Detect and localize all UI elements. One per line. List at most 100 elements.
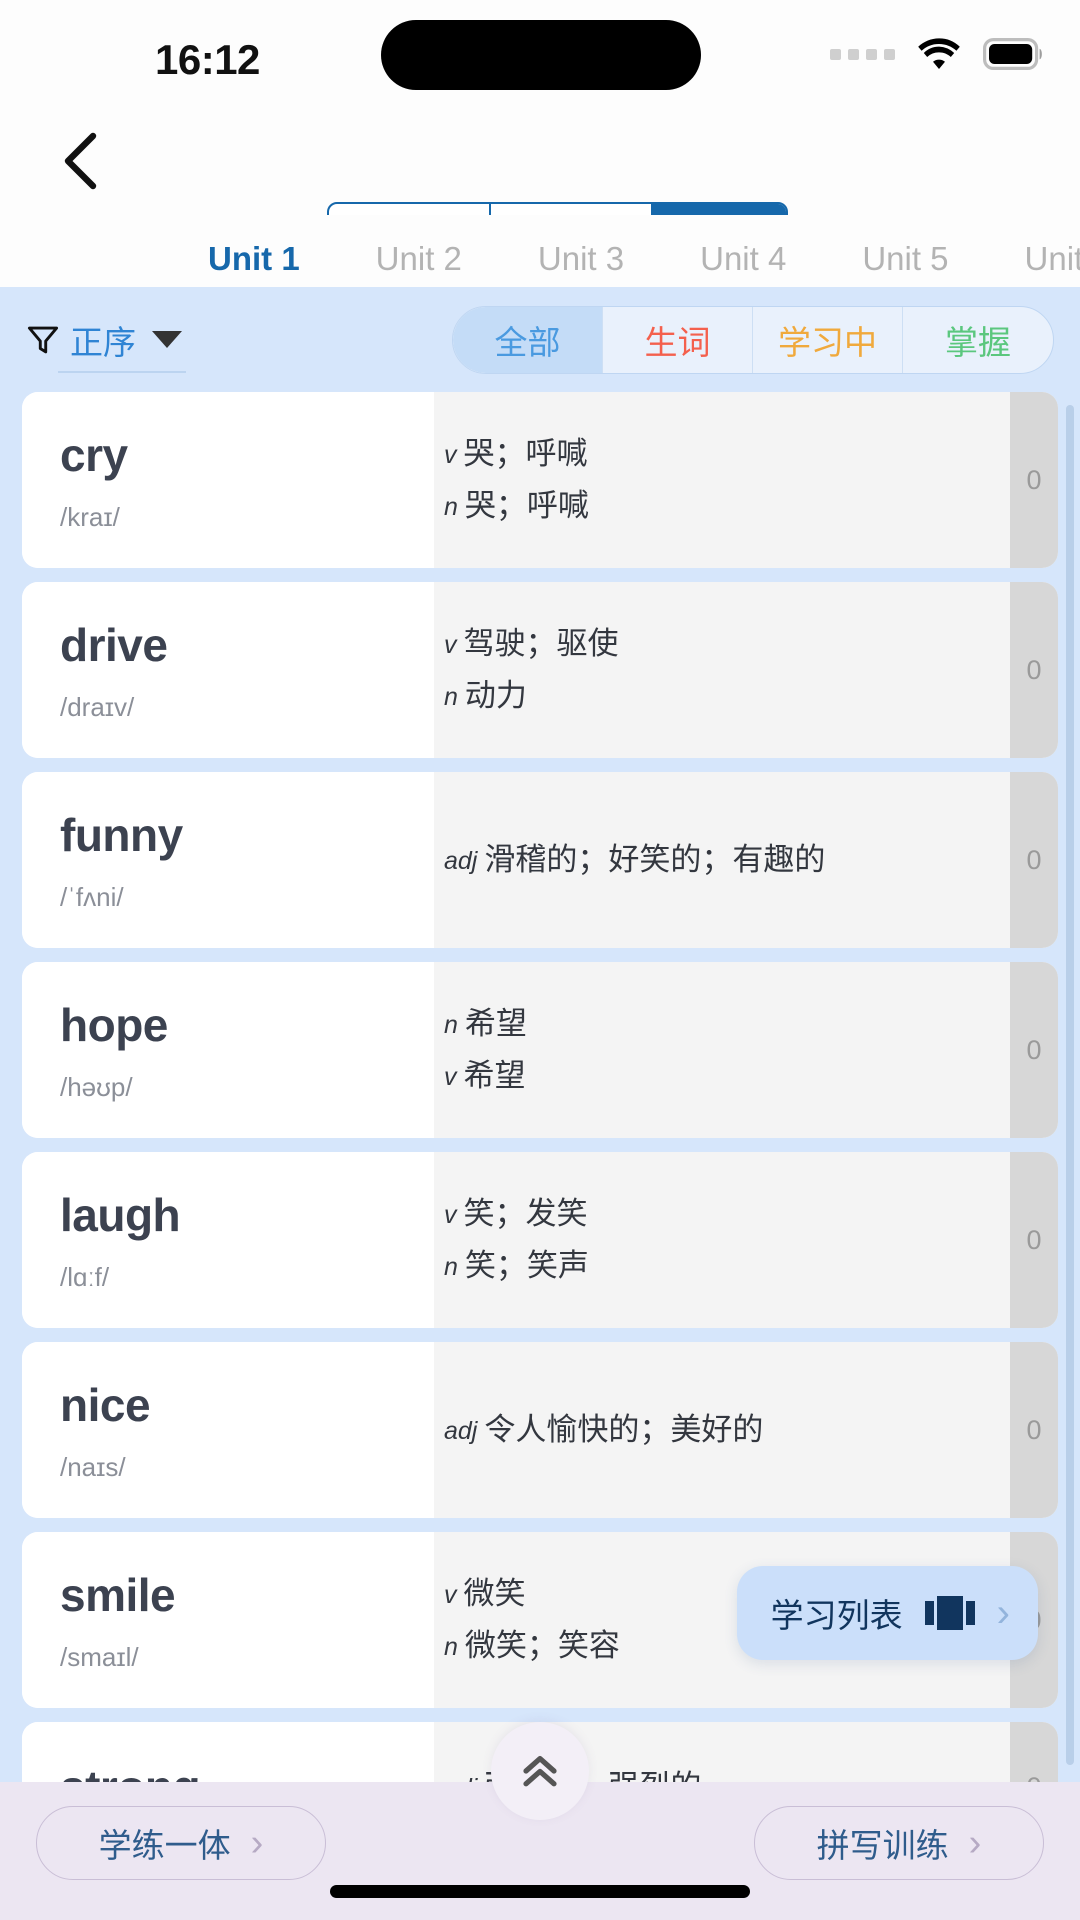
definition-text: 滑稽的；好笑的；有趣的 — [484, 842, 826, 878]
definition-line: v 哭；呼喊 — [444, 433, 980, 475]
word-count-badge: 0 — [1010, 392, 1058, 568]
spelling-training-button[interactable]: 拼写训练 › — [754, 1806, 1044, 1880]
word-card-definitions: v 驾驶；驱使 n 动力 — [434, 582, 1010, 758]
unit-tab-2[interactable]: Unit 2 — [338, 240, 500, 278]
chevron-right-icon: › — [968, 1822, 982, 1864]
word-card-headword: strong — [22, 1722, 434, 1782]
unit-tab-3[interactable]: Unit 3 — [500, 240, 662, 278]
status-bar: 16:12 — [0, 0, 1080, 105]
part-of-speech: v — [444, 1063, 457, 1091]
word-text: smile — [60, 1568, 176, 1621]
phonetic-text: /lɑːf/ — [60, 1261, 110, 1292]
dynamic-island — [381, 20, 701, 90]
part-of-speech: v — [444, 631, 457, 660]
app-screen: 16:12 Unit 1 Unit 2 Unit 3 Unit 4 Unit 5… — [0, 0, 1080, 1920]
word-text: nice — [60, 1378, 151, 1431]
definition-line: v 驾驶；驱使 — [444, 623, 980, 665]
phonetic-text: /naɪs/ — [60, 1451, 126, 1482]
word-count-badge: 0 — [1010, 582, 1058, 758]
word-text: drive — [60, 618, 168, 671]
status-filter-new[interactable]: 生词 — [603, 306, 753, 373]
page-header: 遮盖单词 遮盖翻译 无遮盖 — [0, 105, 1080, 264]
chevron-down-icon — [152, 331, 182, 348]
definition-line: adj 滑稽的；好笑的；有趣的 — [444, 839, 980, 881]
word-card[interactable]: drive /draɪv/ v 驾驶；驱使 n 动力 0 — [22, 582, 1058, 758]
double-chevron-up-icon — [523, 1756, 557, 1787]
unit-tab-1[interactable]: Unit 1 — [170, 240, 338, 278]
vertical-scrollbar[interactable] — [1066, 405, 1074, 1765]
spelling-training-label: 拼写训练 — [816, 1827, 949, 1864]
definition-line: n 笑；笑声 — [444, 1245, 980, 1287]
back-chevron-icon — [64, 132, 97, 190]
word-card[interactable]: hope /həʊp/ n 希望 v 希望 0 — [22, 962, 1058, 1138]
definition-text: 驾驶；驱使 — [463, 626, 619, 662]
home-indicator — [330, 1885, 750, 1898]
wifi-icon — [915, 36, 963, 72]
word-card-headword: drive /draɪv/ — [22, 582, 434, 758]
part-of-speech: n — [444, 1633, 458, 1661]
word-card-headword: funny /ˈfʌni/ — [22, 772, 434, 948]
word-count-badge: 0 — [1010, 962, 1058, 1138]
word-card[interactable]: nice /naɪs/ adj 令人愉快的；美好的 0 — [22, 1342, 1058, 1518]
definition-line: n 动力 — [444, 675, 980, 717]
unit-tab-4[interactable]: Unit 4 — [662, 240, 824, 278]
back-button[interactable] — [45, 125, 117, 197]
practice-integrated-button[interactable]: 学练一体 › — [36, 1806, 326, 1880]
word-text: funny — [60, 808, 183, 861]
word-text: hope — [60, 998, 168, 1051]
definition-text: 哭；呼喊 — [463, 436, 588, 472]
unit-tab-5[interactable]: Unit 5 — [824, 240, 986, 278]
definition-text: 哭；呼喊 — [464, 488, 589, 523]
word-text: laugh — [60, 1188, 181, 1241]
word-card-definitions: v 哭；呼喊 n 哭；呼喊 — [434, 392, 1010, 568]
filter-row: 正序 全部 生词 学习中 掌握 — [0, 287, 1080, 392]
word-count-badge: 0 — [1010, 1722, 1058, 1782]
word-card[interactable]: laugh /lɑːf/ v 笑；发笑 n 笑；笑声 0 — [22, 1152, 1058, 1328]
definition-text: 动力 — [464, 678, 527, 713]
definition-text: 希望 — [464, 1006, 527, 1042]
unit-tab-6[interactable]: Unit 6 — [987, 240, 1080, 278]
definition-line: v 笑；发笑 — [444, 1193, 980, 1235]
study-list-label: 学习列表 — [770, 1597, 903, 1634]
definition-line: n 哭；呼喊 — [444, 485, 980, 527]
word-card-headword: smile /smaɪl/ — [22, 1532, 434, 1708]
battery-full-icon — [983, 38, 1045, 70]
word-card[interactable]: funny /ˈfʌni/ adj 滑稽的；好笑的；有趣的 0 — [22, 772, 1058, 948]
bottom-action-bar: 学练一体 › 拼写训练 › — [0, 1722, 1080, 1920]
status-filter-group[interactable]: 全部 生词 学习中 掌握 — [452, 305, 1054, 374]
scroll-to-top-button[interactable] — [491, 1722, 589, 1820]
word-text: strong — [60, 1760, 434, 1782]
word-count-badge: 0 — [1010, 772, 1058, 948]
phonetic-text: /kraɪ/ — [60, 501, 120, 532]
definition-text: 笑；发笑 — [463, 1196, 588, 1232]
sort-label: 正序 — [70, 323, 136, 361]
status-filter-mastered[interactable]: 掌握 — [903, 307, 1053, 373]
status-bar-time: 16:12 — [155, 36, 260, 83]
status-filter-all[interactable]: 全部 — [453, 306, 603, 373]
word-text: cry — [60, 428, 128, 481]
status-bar-indicators — [830, 36, 1045, 72]
phonetic-text: /draɪv/ — [60, 691, 135, 722]
part-of-speech: n — [444, 683, 458, 711]
word-card-headword: laugh /lɑːf/ — [22, 1152, 434, 1328]
definition-line: adj 令人愉快的；美好的 — [444, 1409, 980, 1451]
word-count-badge: 0 — [1010, 1152, 1058, 1328]
sort-underline — [58, 371, 186, 373]
definition-line: v 希望 — [444, 1055, 980, 1097]
definition-text: 希望 — [463, 1058, 526, 1093]
funnel-icon — [27, 326, 59, 353]
cards-stack-icon — [924, 1596, 975, 1630]
study-list-button[interactable]: 学习列表 › — [736, 1566, 1038, 1660]
definition-text: 令人愉快的；美好的 — [484, 1412, 764, 1448]
word-card[interactable]: cry /kraɪ/ v 哭；呼喊 n 哭；呼喊 0 — [22, 392, 1058, 568]
sort-control[interactable]: 正序 — [26, 316, 182, 364]
phonetic-text: /ˈfʌni/ — [60, 881, 124, 912]
chevron-right-icon: › — [996, 1591, 1010, 1635]
status-filter-learning[interactable]: 学习中 — [753, 306, 903, 373]
word-card-headword: nice /naɪs/ — [22, 1342, 434, 1518]
word-card-definitions: n 希望 v 希望 — [434, 962, 1010, 1138]
phonetic-text: /smaɪl/ — [60, 1641, 139, 1672]
word-card-definitions: adj 滑稽的；好笑的；有趣的 — [434, 772, 1010, 948]
word-count-badge: 0 — [1010, 1342, 1058, 1518]
word-card-headword: hope /həʊp/ — [22, 962, 434, 1138]
